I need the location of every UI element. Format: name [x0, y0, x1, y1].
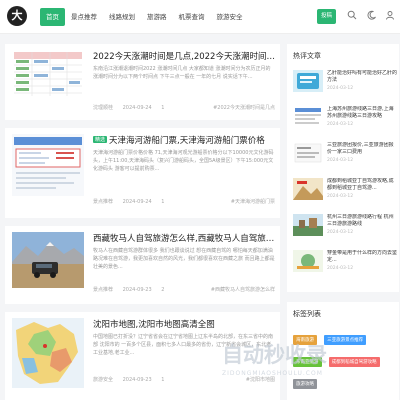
user-icon[interactable]	[384, 10, 396, 22]
post-excerpt: 东南沿江涨潮退潮时间2022 涨潮时间几点 大家都知道 涨潮时间分为农历正月的涨…	[93, 66, 271, 80]
post-meta: 沈理顺桂 2024-09-24 1 #2022今天涨潮时间是几点	[93, 104, 275, 111]
post-excerpt: 天津海河游船门票价格价格 71,天津海河观光游船票价格分以下10000元文化游码…	[93, 150, 274, 172]
watermark-text: 自动秒收录	[222, 343, 327, 367]
post-date: 2024-09-23	[122, 287, 152, 293]
post-views: 1	[161, 199, 165, 205]
main-nav: 首页 景点推荐 线路规划 旅游路 机票查询 旅游安全	[40, 0, 249, 34]
site-logo[interactable]: 大	[7, 6, 27, 26]
hot-post-title[interactable]: 成都到稻城亚丁自驾游攻略,成都到稻城亚丁自驾游...	[327, 178, 397, 192]
post-title[interactable]: 西藏牧马人自驾旅游怎么样,西藏牧马人自驾旅游怎么样啊	[93, 232, 275, 244]
post-card[interactable]: 2022今天涨潮时间是几点,2022今天涨潮时间是几点到... 东南沿江涨潮退潮…	[5, 44, 280, 120]
post-title[interactable]: 精选 天津海河游船门票,天津海河游船门票价格	[93, 134, 275, 146]
post-author[interactable]: 沈理顺桂	[93, 105, 113, 111]
top-header: 大 首页 景点推荐 线路规划 旅游路 机票查询 旅游安全 投稿	[0, 0, 400, 34]
nav-item-safety[interactable]: 旅游安全	[211, 0, 249, 34]
nav-item-travel-road[interactable]: 旅游路	[141, 0, 173, 34]
nav-item-flights[interactable]: 机票查询	[173, 0, 211, 34]
hot-post-item[interactable]: 成都到稻城亚丁自驾游攻略,成都到稻城亚丁自驾游... 2024-03-12	[293, 178, 397, 204]
post-views: 1	[161, 105, 165, 111]
post-card[interactable]: 精选 天津海河游船门票,天津海河游船门票价格 天津海河游船门票价格价格 71,天津…	[5, 128, 280, 218]
post-title[interactable]: 2022今天涨潮时间是几点,2022今天涨潮时间是几点到...	[93, 50, 275, 62]
nav-item-home[interactable]: 首页	[40, 8, 65, 26]
tag-pill[interactable]: 旅游攻略	[293, 379, 317, 389]
post-tag-link[interactable]: #西藏牧马人自驾旅游怎么样	[211, 286, 275, 293]
post-thumbnail-tide-table[interactable]	[12, 50, 84, 98]
post-views: 2	[161, 287, 165, 293]
hot-post-title[interactable]: 穿金带是用于什么样的方向去鉴定...	[327, 250, 397, 264]
hot-post-item[interactable]: 乙肝能治好吗有可能治好乙肝的方法 2024-03-12	[293, 70, 397, 96]
hot-post-title[interactable]: 三亚旅游团报价,三亚旅游团报价一家三口费用	[327, 142, 397, 156]
hot-posts-widget: 热评文章 乙肝能治好吗有可能治好乙肝的方法 2024-03-12 上海苏州旅游线…	[287, 44, 399, 292]
post-author[interactable]: 景点推荐	[93, 199, 113, 205]
moon-icon[interactable]	[366, 10, 378, 22]
post-thumbnail-tibet-jeep[interactable]	[12, 232, 84, 288]
post-tag-link[interactable]: #2022今天涨潮时间是几点	[213, 104, 275, 111]
hot-post-date: 2024-03-12	[327, 86, 354, 91]
hot-post-title[interactable]: 上海苏州旅游线路三日游,上海苏州旅游线路三日游攻略	[327, 106, 397, 120]
nav-item-attractions[interactable]: 景点推荐	[65, 0, 103, 34]
featured-badge: 精选	[93, 136, 108, 143]
post-author[interactable]: 旅游安全	[93, 377, 113, 383]
hot-post-item[interactable]: 三亚旅游团报价,三亚旅游团报价一家三口费用 2024-03-12	[293, 142, 397, 168]
hot-post-date: 2024-03-12	[327, 194, 354, 199]
watermark-subtext: ZIDONGMIAOSHOULU.COM	[222, 370, 323, 377]
post-date: 2024-09-24	[122, 199, 152, 205]
tags-title: 标签列表	[293, 310, 321, 318]
submit-post-button[interactable]: 投稿	[317, 9, 336, 24]
hot-post-thumbnail[interactable]	[293, 106, 323, 128]
nav-item-route-planning[interactable]: 线路规划	[103, 0, 141, 34]
hot-post-thumbnail[interactable]	[293, 70, 323, 92]
post-date: 2024-09-24	[122, 105, 152, 111]
post-title-text[interactable]: 天津海河游船门票,天津海河游船门票价格	[109, 136, 265, 146]
hot-post-thumbnail[interactable]	[293, 178, 323, 200]
hot-post-title[interactable]: 乙肝能治好吗有可能治好乙肝的方法	[327, 70, 397, 84]
post-thumbnail-ticket-prices[interactable]	[12, 134, 84, 196]
post-meta: 景点推荐 2024-09-23 2 #西藏牧马人自驾旅游怎么样	[93, 286, 275, 293]
post-views: 1	[161, 377, 165, 383]
hot-posts-title: 热评文章	[293, 52, 321, 60]
hot-post-date: 2024-03-12	[327, 122, 354, 127]
hot-post-date: 2024-03-12	[327, 266, 354, 271]
hot-post-item[interactable]: 穿金带是用于什么样的方向去鉴定... 2024-03-12	[293, 250, 397, 276]
hot-post-thumbnail[interactable]	[293, 250, 323, 272]
hot-post-item[interactable]: 上海苏州旅游线路三日游,上海苏州旅游线路三日游攻略 2024-03-12	[293, 106, 397, 132]
search-icon[interactable]	[346, 10, 358, 22]
post-card[interactable]: 西藏牧马人自驾旅游怎么样,西藏牧马人自驾旅游怎么样啊 牧马人在西藏自驾游群体很多…	[5, 226, 280, 304]
hot-post-date: 2024-03-12	[327, 230, 354, 235]
post-author[interactable]: 景点推荐	[93, 287, 113, 293]
hot-post-thumbnail[interactable]	[293, 142, 323, 164]
hot-post-date: 2024-03-12	[327, 158, 354, 163]
post-date: 2024-09-23	[122, 377, 152, 383]
watermark-logo: 自动秒收录 ZIDONGMIAOSHOULU.COM	[222, 339, 390, 379]
hot-post-title[interactable]: 杭州三日游旅游线路行程 杭州三日游旅游路线	[327, 214, 397, 228]
hot-post-item[interactable]: 杭州三日游旅游线路行程 杭州三日游旅游路线 2024-03-12	[293, 214, 397, 240]
post-meta: 景点推荐 2024-09-24 1 #天津海河游船门票	[93, 198, 275, 205]
post-excerpt: 牧马人在西藏自驾游群体很多 我们也跟谈说过 想在西藏自驾的 哪怕每天都加满油 路…	[93, 248, 275, 270]
post-title[interactable]: 沈阳市地图,沈阳市地图高清全图	[93, 318, 275, 330]
post-tag-link[interactable]: #天津海河游船门票	[231, 198, 275, 205]
post-thumbnail-shenyang-map[interactable]	[12, 318, 84, 388]
hot-post-thumbnail[interactable]	[293, 214, 323, 236]
